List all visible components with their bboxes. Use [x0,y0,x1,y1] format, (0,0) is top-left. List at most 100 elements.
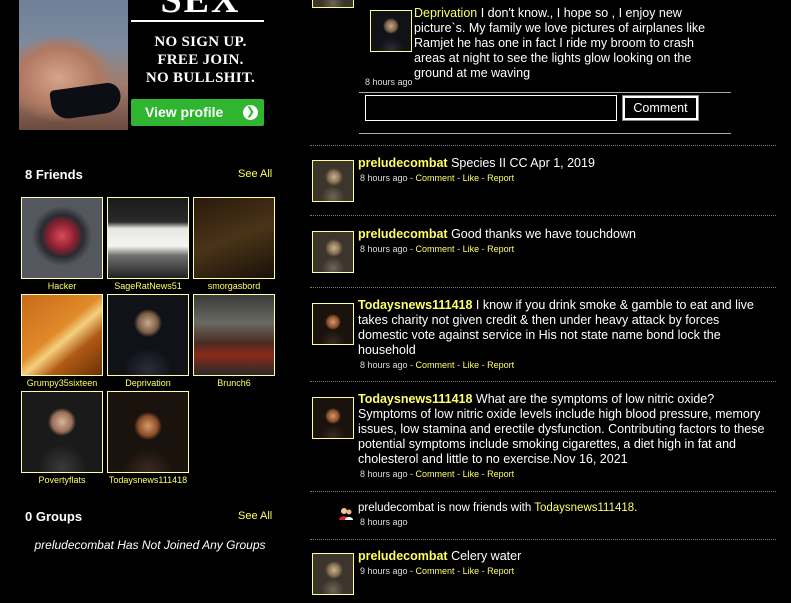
activity-friend-link[interactable]: Todaysnews111418 [534,502,634,514]
post-body: preludecombat Good thanks we have touchd… [358,227,770,242]
comment-link[interactable]: Comment [416,244,455,254]
friend-avatar[interactable] [107,294,189,376]
comment-button[interactable]: Comment [622,95,699,121]
post-meta: 8 hours ago - Comment - Like - Report [360,244,514,254]
activity-suffix: . [634,502,638,514]
comment-avatar[interactable] [370,10,412,52]
comment-body: Deprivation I don't know., I hope so , I… [414,6,726,81]
ad-line-2: FREE JOIN. [157,52,244,68]
like-link[interactable]: Like [463,173,480,183]
post-text: Celery water [447,549,522,563]
post-author[interactable]: Todaysnews111418 [358,298,472,312]
comment-time: 8 hours ago [365,77,413,87]
friend-name[interactable]: SageRatNews51 [107,281,189,291]
view-profile-button[interactable]: View profile ❯ [131,99,264,126]
friend-card[interactable]: Todaysnews111418 [107,391,189,485]
friend-avatar[interactable] [193,294,275,376]
friend-card[interactable]: Grumpy35sixteen [21,294,103,388]
meta-sep: - [454,469,463,479]
activity-feed: Deprivation I don't know., I hope so , I… [310,0,776,603]
friend-name[interactable]: Hacker [21,281,103,291]
post-meta: 8 hours ago - Comment - Like - Report [360,173,514,183]
friend-name[interactable]: smorgasbord [193,281,275,291]
meta-sep: - [454,360,463,370]
ad-divider [131,20,264,22]
friend-card[interactable]: SageRatNews51 [107,197,189,291]
friend-card[interactable]: Hacker [21,197,103,291]
friend-avatar[interactable] [193,197,275,279]
comment-author[interactable]: Deprivation [414,6,477,20]
friend-card[interactable]: smorgasbord [193,197,275,291]
post-author[interactable]: preludecombat [358,227,448,241]
friends-see-all-link[interactable]: See All [238,168,272,180]
view-profile-label: View profile [145,104,224,120]
post-author[interactable]: Todaysnews111418 [358,392,472,406]
meta-sep: - [479,469,488,479]
post-meta: 8 hours ago - Comment - Like - Report [360,360,514,370]
comment-divider [359,92,731,93]
friend-name[interactable]: Grumpy35sixteen [21,378,103,388]
post-time: 8 hours ago [360,173,408,183]
friends-icon [339,508,353,520]
meta-sep: - [479,360,488,370]
friend-avatar[interactable] [107,391,189,473]
post-meta: 8 hours ago - Comment - Like - Report [360,469,514,479]
friend-card[interactable]: Deprivation [107,294,189,388]
comment-link[interactable]: Comment [416,469,455,479]
post-avatar[interactable] [312,231,354,273]
feed-divider [310,381,776,382]
feed-divider [310,539,776,540]
ad-line-3: NO BULLSHIT. [145,70,256,86]
ad-banner[interactable]: SEX NO SIGN UP. FREE JOIN. NO BULLSHIT. … [19,0,270,130]
meta-sep: - [454,244,463,254]
meta-sep: - [454,173,463,183]
ad-photo[interactable] [19,0,128,130]
friend-card[interactable]: Brunch6 [193,294,275,388]
report-link[interactable]: Report [487,360,514,370]
post-avatar[interactable] [312,553,354,595]
groups-title: 0 Groups [25,509,83,524]
chevron-right-icon: ❯ [243,105,258,120]
post-author[interactable]: preludecombat [358,549,448,563]
post-body: preludecombat Celery water [358,549,770,564]
meta-sep: - [407,244,416,254]
post-avatar[interactable] [312,0,354,8]
post-time: 8 hours ago [360,469,408,479]
groups-see-all-link[interactable]: See All [238,510,272,522]
comment-input[interactable] [365,95,617,121]
friend-avatar[interactable] [21,391,103,473]
activity-text: preludecombat is now friends with Todays… [358,501,770,516]
friend-name[interactable]: Brunch6 [193,378,275,388]
meta-sep: - [407,469,416,479]
like-link[interactable]: Like [463,566,480,576]
comment-link[interactable]: Comment [416,173,455,183]
like-link[interactable]: Like [463,244,480,254]
friend-name[interactable]: Povertyflats [21,475,103,485]
like-link[interactable]: Like [463,469,480,479]
meta-sep: - [479,173,488,183]
feed-divider [310,215,776,216]
report-link[interactable]: Report [487,469,514,479]
friend-name[interactable]: Todaysnews111418 [107,475,189,485]
meta-sep: - [479,244,488,254]
activity-time: 8 hours ago [360,517,408,527]
like-link[interactable]: Like [463,360,480,370]
post-avatar[interactable] [312,303,354,345]
comment-link[interactable]: Comment [416,360,455,370]
friend-avatar[interactable] [21,197,103,279]
meta-sep: - [454,566,463,576]
feed-divider [310,491,776,492]
feed-divider [310,145,776,146]
comment-link[interactable]: Comment [416,566,455,576]
report-link[interactable]: Report [487,244,514,254]
post-avatar[interactable] [312,160,354,202]
report-link[interactable]: Report [487,173,514,183]
post-author[interactable]: preludecombat [358,156,448,170]
friend-avatar[interactable] [107,197,189,279]
friend-avatar[interactable] [21,294,103,376]
friend-name[interactable]: Deprivation [107,378,189,388]
report-link[interactable]: Report [487,566,514,576]
ad-headline: SEX [160,0,241,21]
friend-card[interactable]: Povertyflats [21,391,103,485]
post-avatar[interactable] [312,397,354,439]
